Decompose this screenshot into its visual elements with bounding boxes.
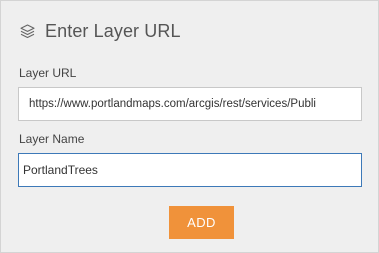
layer-name-input[interactable] [18, 153, 362, 187]
layers-icon [19, 23, 36, 40]
panel-header: Enter Layer URL [19, 19, 181, 43]
panel-title: Enter Layer URL [45, 20, 181, 41]
add-button[interactable]: ADD [169, 206, 234, 239]
layer-url-label: Layer URL [19, 66, 77, 80]
layer-url-input[interactable] [18, 87, 362, 121]
layer-name-label: Layer Name [19, 132, 85, 146]
enter-layer-url-panel: Enter Layer URL Layer URL Layer Name ADD [0, 0, 379, 253]
